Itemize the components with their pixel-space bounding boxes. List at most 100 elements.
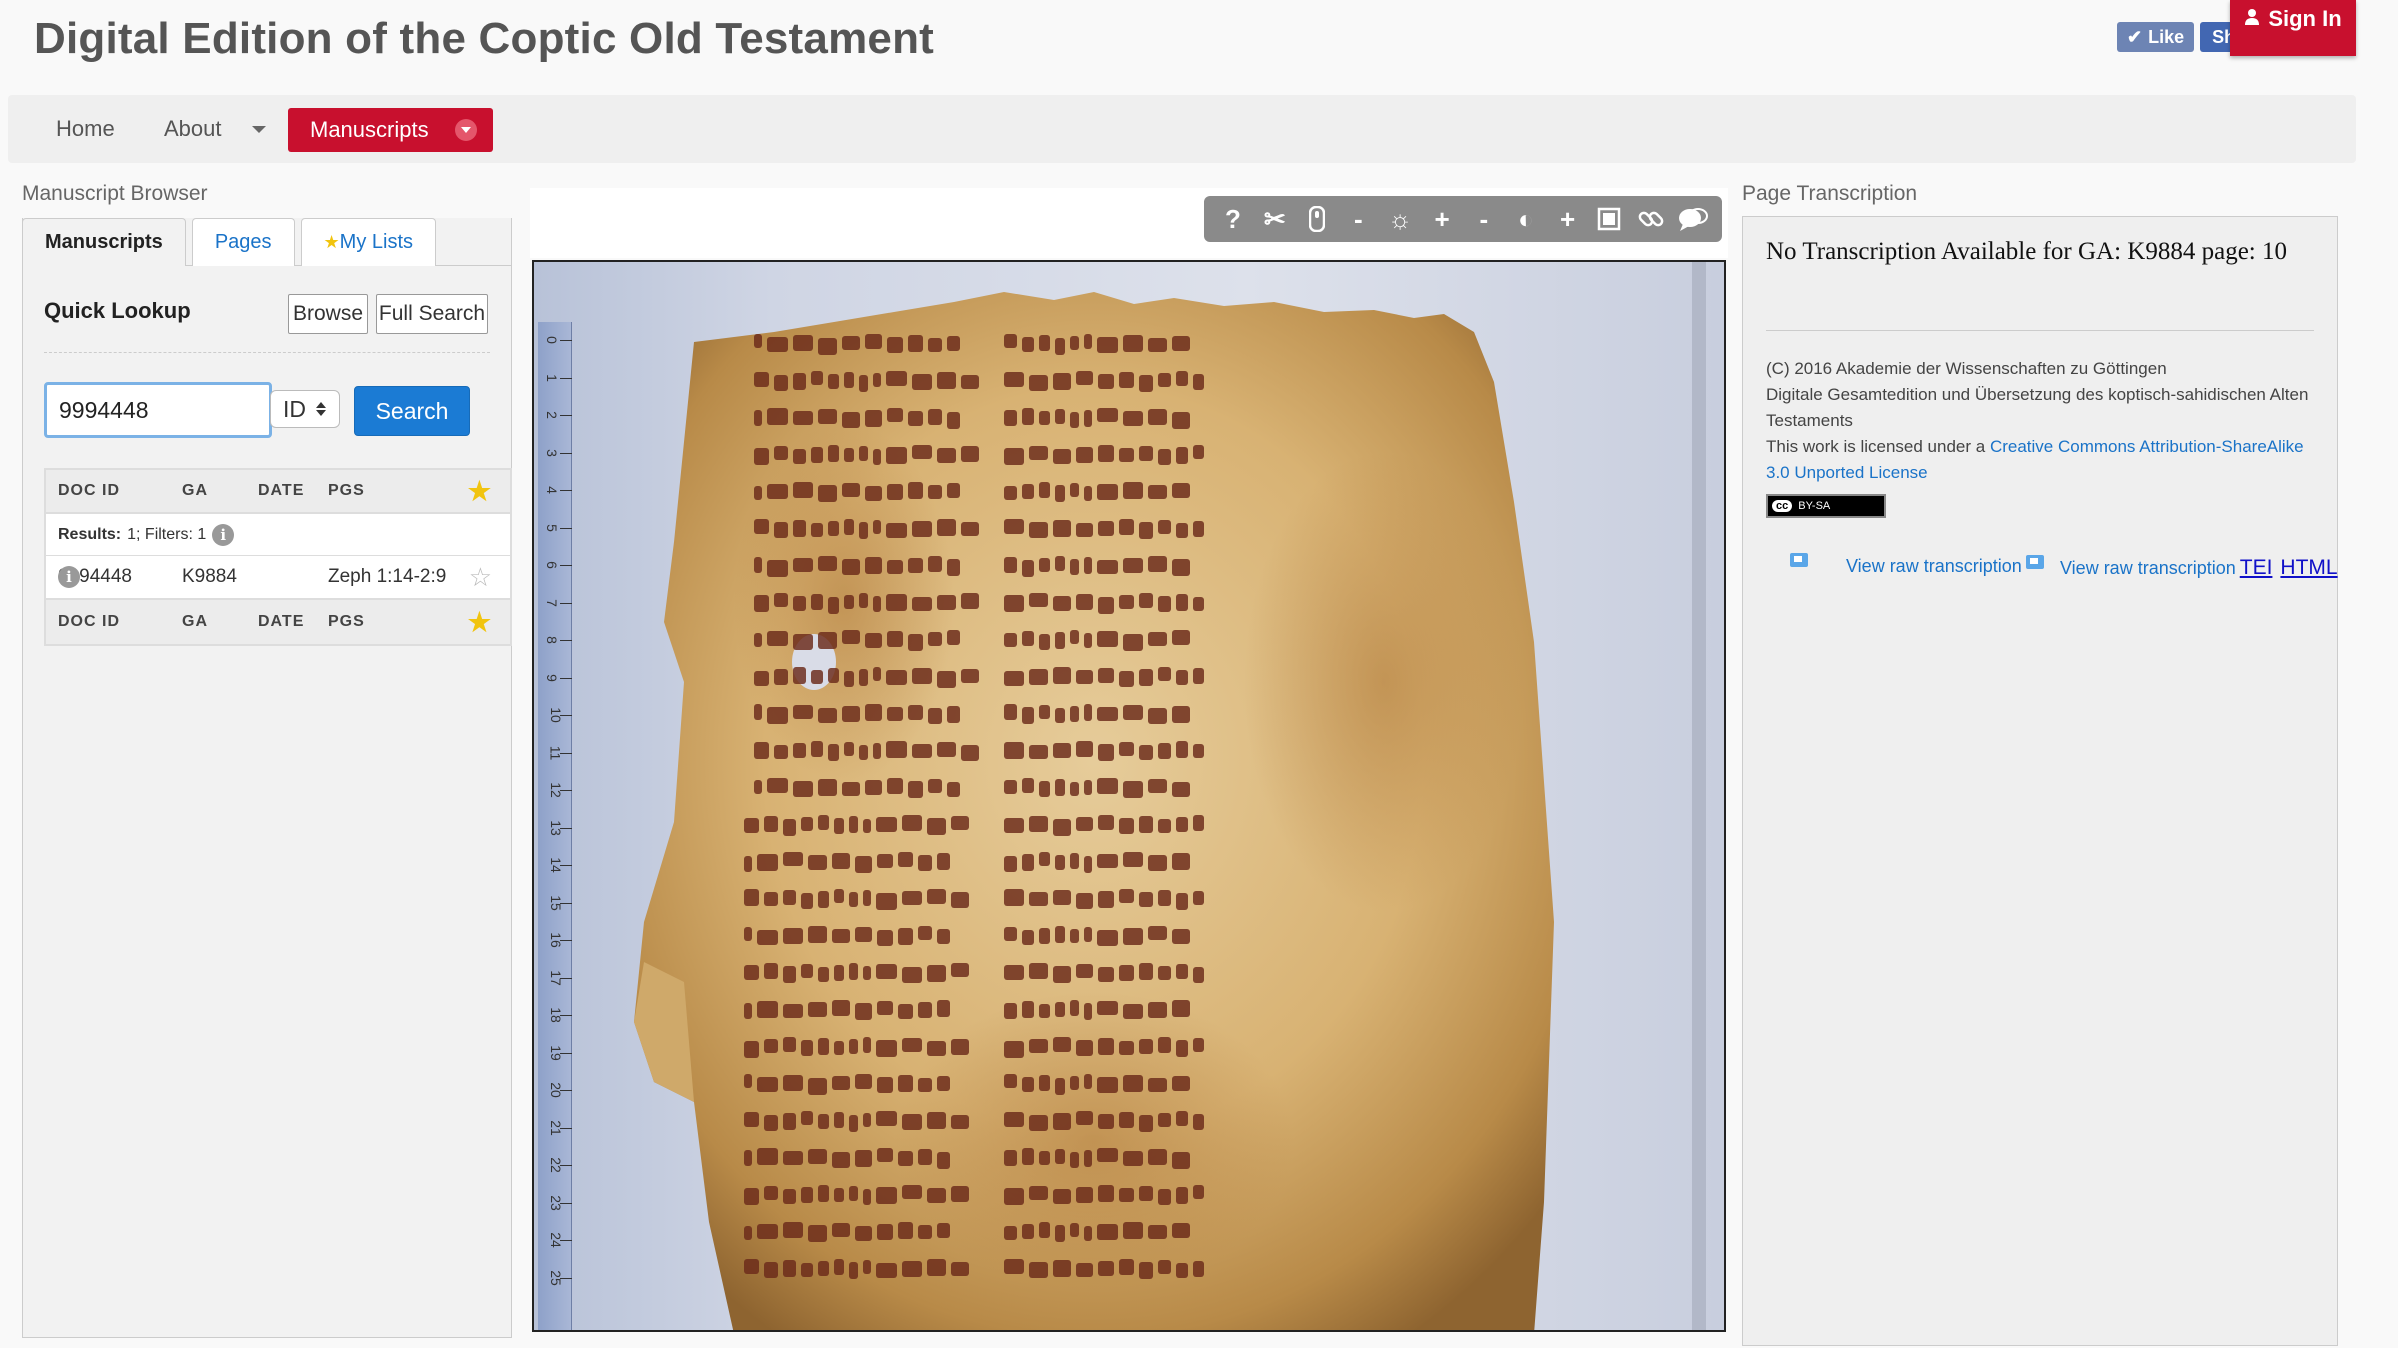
browse-button[interactable]: Browse [288,294,368,334]
info-icon[interactable]: i [212,523,235,546]
ink-glyph [1039,928,1050,944]
ink-glyph [808,1225,827,1242]
hand-icon[interactable] [1301,203,1333,235]
star-outline-icon[interactable]: ☆ [469,562,492,593]
raw-link-1-label[interactable]: View raw transcription [1846,556,2022,577]
facebook-like-button[interactable]: ✔ Like [2117,22,2195,52]
cc-license-badge[interactable]: cc BY-SA [1766,494,1886,518]
tab-my-lists[interactable]: ★ My Lists [300,218,437,266]
ink-glyph [808,1149,827,1164]
tab-pages[interactable]: Pages [191,218,295,266]
ink-glyph [764,1039,778,1053]
column-date[interactable]: DATE [258,482,304,500]
ink-glyph [783,1260,796,1277]
ink-glyph [793,596,806,611]
ink-glyph [1039,482,1050,498]
zoom-out-icon[interactable]: - [1342,203,1374,235]
contrast-minus-icon[interactable]: - [1468,203,1500,235]
ink-glyph [863,1260,871,1274]
table-row[interactable]: 9994448 i K9884 Zeph 1:14-2:9 ☆ [46,556,510,600]
star-icon[interactable]: ★ [468,607,492,638]
tab-manuscripts[interactable]: Manuscripts [22,218,186,266]
star-icon[interactable]: ★ [468,476,492,507]
ink-glyph [828,668,839,683]
scissors-icon[interactable]: ✂ [1259,203,1291,235]
zoom-in-icon[interactable]: + [1426,203,1458,235]
column-ga[interactable]: GA [182,613,208,631]
nav-about[interactable]: About [164,95,266,163]
nav-manuscripts[interactable]: Manuscripts [288,108,493,152]
ink-glyph [1039,705,1050,719]
ink-glyph [863,819,871,833]
link-icon[interactable] [1635,203,1667,235]
ink-glyph [928,708,942,724]
star-icon: ★ [323,232,340,252]
ink-glyph [1119,965,1134,981]
ink-glyph [754,448,769,465]
brightness-icon[interactable]: ☼ [1384,203,1416,235]
ink-glyph [849,816,858,833]
tei-link[interactable]: TEI [2240,556,2273,580]
ink-glyph [855,1150,872,1167]
nav-home[interactable]: Home [56,95,115,163]
info-icon[interactable]: i [58,566,80,588]
ink-glyph [1172,412,1190,429]
column-doc-id[interactable]: DOC ID [58,482,120,500]
ink-glyph [1053,373,1071,390]
ink-glyph [1139,375,1153,392]
ink-glyph [774,522,788,538]
results-count: 1; Filters: 1 [127,525,207,543]
column-pgs[interactable]: PGS [328,613,365,631]
contrast-icon[interactable]: ◐ [1510,203,1542,235]
ink-glyph [783,890,796,905]
raw-link-2-label[interactable]: View raw transcription [2060,558,2236,579]
ink-glyph [1123,928,1143,945]
dropdown-circle-icon[interactable] [454,119,477,141]
ink-glyph [767,408,788,425]
ink-glyph [1022,1001,1034,1018]
help-icon[interactable]: ? [1217,203,1249,235]
comment-icon[interactable] [1677,203,1709,235]
raw-transcription-link-2[interactable]: View raw transcription TEI HTML [2060,556,2338,580]
full-search-button[interactable]: Full Search [376,294,488,334]
ink-glyph [1158,743,1171,759]
external-link-icon[interactable] [1790,552,1808,567]
column-pgs[interactable]: PGS [328,482,365,500]
ink-glyph [908,705,923,720]
ink-glyph [1004,965,1024,980]
column-doc-id[interactable]: DOC ID [58,613,120,631]
ink-glyph [1055,708,1065,723]
ink-glyph [844,742,854,756]
ink-glyph [1098,891,1114,908]
sign-in-button[interactable]: Sign In [2230,0,2356,56]
column-ga[interactable]: GA [182,482,208,500]
id-type-select[interactable]: ID [270,390,340,428]
ink-glyph [1004,1112,1024,1127]
chevron-down-icon[interactable] [251,125,266,133]
ink-glyph [873,743,881,759]
lookup-divider [44,352,490,353]
ink-glyph [793,335,813,351]
ink-glyph [859,522,868,539]
raw-transcription-link-1[interactable]: View raw transcription [1790,552,2044,577]
ink-glyph [1172,630,1190,645]
ink-glyph [951,892,969,908]
manuscript-image-viewer[interactable]: 0 1 2 3 4 5 6 7 8 9 10 11 12 13 14 15 16 17 18 19 20 21 22 23 24… [532,260,1726,1332]
ink-glyph [764,1186,778,1200]
ink-glyph [842,630,860,644]
ink-glyph [855,1226,872,1241]
html-link[interactable]: HTML [2280,556,2337,580]
ink-glyph [937,519,956,536]
ink-glyph [902,967,922,983]
ink-glyph [1004,818,1024,833]
contrast-plus-icon[interactable]: + [1552,203,1584,235]
ink-glyph [859,669,868,686]
ink-glyph [1123,852,1143,867]
column-date[interactable]: DATE [258,613,304,631]
ink-glyph [744,1259,759,1274]
fullscreen-icon[interactable] [1593,203,1625,235]
ink-glyph [834,1112,844,1128]
search-button[interactable]: Search [354,386,470,436]
ink-glyph [811,594,823,610]
doc-id-search-input[interactable] [44,382,272,438]
